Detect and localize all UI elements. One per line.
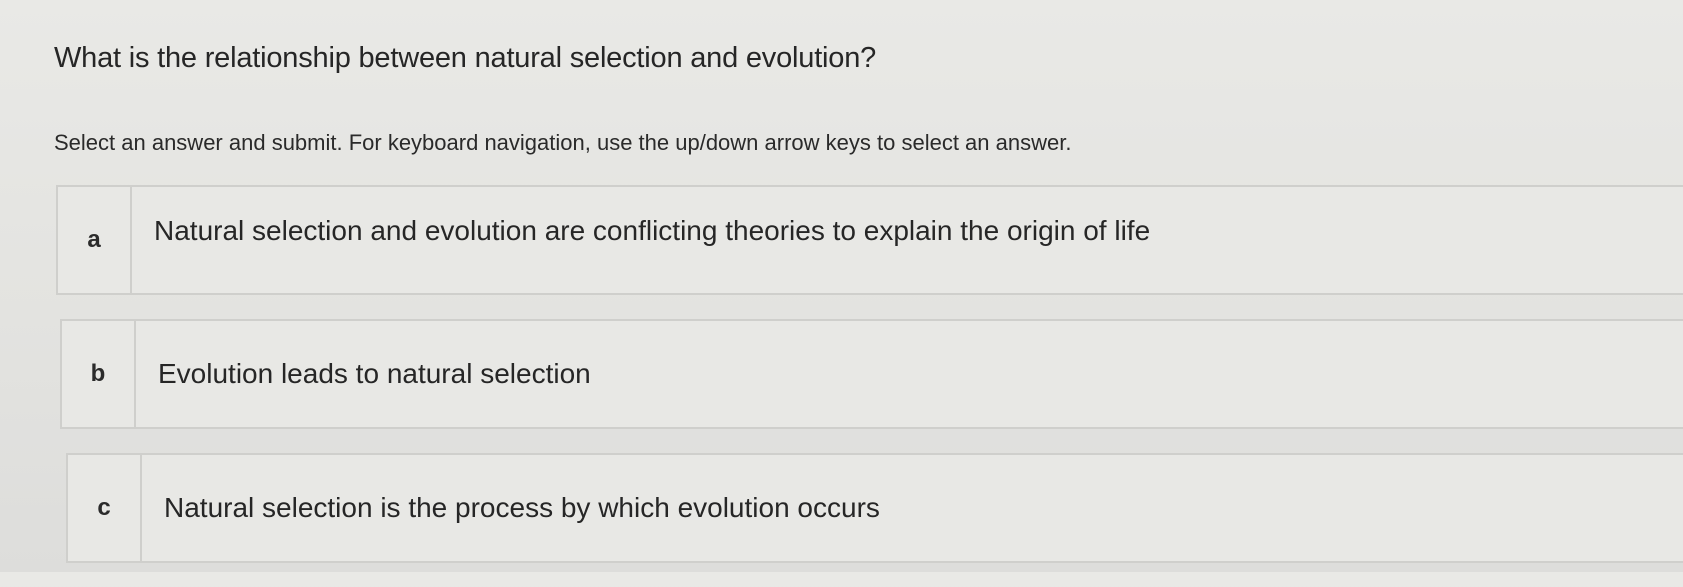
option-text: Natural selection and evolution are conf…: [154, 215, 1151, 246]
answer-option-b[interactable]: b Evolution leads to natural selection: [60, 319, 1683, 429]
answer-options-list: a Natural selection and evolution are co…: [56, 185, 1683, 587]
option-letter: a: [58, 187, 132, 293]
option-text: Natural selection is the process by whic…: [164, 492, 880, 523]
instructions-text: Select an answer and submit. For keyboar…: [54, 130, 1072, 155]
option-letter: b: [62, 321, 136, 427]
question-prompt: What is the relationship between natural…: [54, 42, 877, 74]
option-letter: c: [68, 455, 142, 561]
answer-option-c[interactable]: c Natural selection is the process by wh…: [66, 453, 1683, 563]
answer-option-a[interactable]: a Natural selection and evolution are co…: [56, 185, 1683, 295]
option-text: Evolution leads to natural selection: [158, 358, 591, 389]
